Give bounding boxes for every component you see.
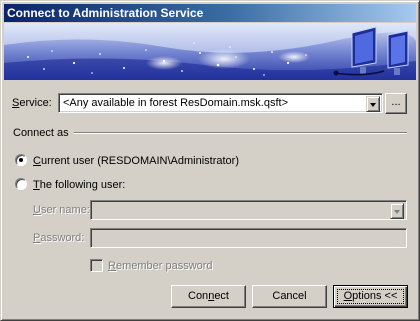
remember-password-label[interactable]: Remember password: [108, 260, 213, 272]
service-combobox[interactable]: <Any available in forest ResDomain.msk.q…: [58, 93, 383, 113]
header-banner: [4, 23, 416, 80]
current-user-radio[interactable]: [15, 154, 27, 166]
window-title: Connect to Administration Service: [7, 6, 204, 20]
group-divider: [74, 132, 407, 134]
connect-as-label: Connect as: [13, 127, 69, 139]
focus-ring: [337, 289, 404, 304]
service-label: Service:: [12, 97, 52, 109]
chevron-down-icon[interactable]: [390, 203, 404, 219]
options-button[interactable]: Options <<: [333, 285, 408, 308]
username-label: User name:: [33, 204, 90, 216]
title-bar[interactable]: Connect to Administration Service: [4, 4, 416, 22]
following-user-radio[interactable]: [15, 178, 27, 190]
remember-password-checkbox[interactable]: [90, 259, 103, 272]
current-user-label[interactable]: Current user (RESDOMAIN\Administrator): [33, 155, 239, 167]
connect-button[interactable]: Connect: [171, 285, 246, 308]
password-label: Password:: [33, 232, 85, 244]
browse-button[interactable]: ...: [385, 93, 407, 114]
password-field[interactable]: [90, 228, 407, 248]
username-combobox[interactable]: [90, 200, 407, 220]
following-user-label[interactable]: The following user:: [33, 179, 125, 191]
dialog-window: Connect to Administration Service Servic…: [0, 0, 420, 321]
chevron-down-icon[interactable]: [366, 96, 380, 112]
cancel-button[interactable]: Cancel: [252, 285, 327, 308]
service-combobox-value: <Any available in forest ResDomain.msk.q…: [63, 97, 288, 109]
network-monitor-illustration-icon: [4, 23, 416, 80]
